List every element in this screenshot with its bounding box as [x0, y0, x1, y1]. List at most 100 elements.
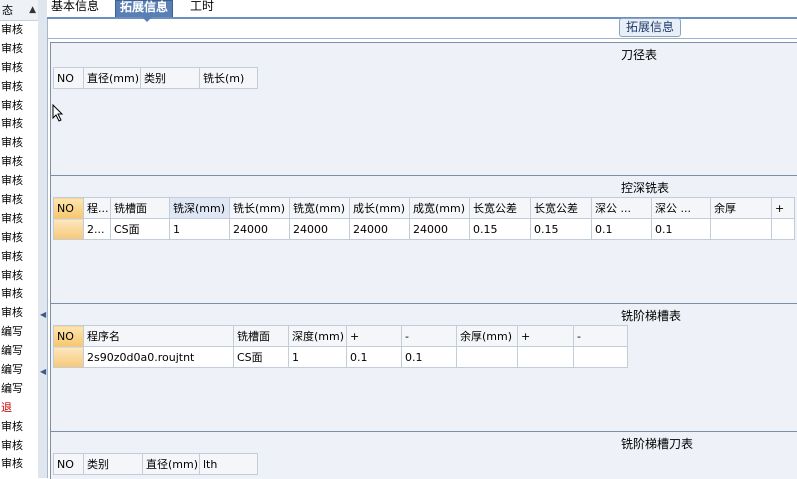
column-header[interactable]: 余厚(mm)	[456, 325, 518, 347]
table-row[interactable]: 2... CS面 1 24000 24000 24000 24000 0.15 0.15 0.1 0…	[53, 218, 795, 240]
table-cell[interactable]: 0.1	[401, 346, 457, 368]
sidebar-item[interactable]: 审核	[0, 267, 38, 286]
column-header[interactable]: 铣长(mm)	[229, 197, 290, 219]
sidebar-item[interactable]: 审核	[0, 248, 38, 267]
sidebar-item[interactable]: 审核	[0, 285, 38, 304]
column-header[interactable]: 深公 ...	[651, 197, 711, 219]
column-header[interactable]: 长宽公差	[469, 197, 531, 219]
sidebar-item[interactable]: 审核	[0, 455, 38, 474]
sidebar-item[interactable]: 审核	[0, 115, 38, 134]
column-header[interactable]: 直径(mm)	[83, 67, 141, 89]
table-cell[interactable]	[771, 218, 795, 240]
sidebar-item[interactable]: 审核	[0, 21, 38, 40]
table-cell[interactable]: 0.1	[651, 218, 711, 240]
status-sidebar: 态 ▲ 审核 审核 审核 审核 审核 审核 审核 审核 审核 审核 审核 审核 审核 审核 审核 审核 编写 编写…	[0, 0, 39, 478]
collapse-left-icon[interactable]: ◀	[40, 310, 46, 319]
column-header[interactable]: 深度(mm)	[288, 325, 347, 347]
table-cell[interactable]	[53, 218, 84, 240]
table-cell[interactable]: 24000	[229, 218, 290, 240]
column-header[interactable]: 程...	[83, 197, 111, 219]
section-step-cutter-table: 铣阶梯槽刀表 NO 类别 直径(mm) lth	[51, 431, 797, 479]
sidebar-item[interactable]: 审核	[0, 191, 38, 210]
tab-extended-info[interactable]: 拓展信息	[115, 0, 174, 17]
table-cell[interactable]	[573, 346, 628, 368]
sidebar-item[interactable]: 审核	[0, 134, 38, 153]
step-slot-table-title: 铣阶梯槽表	[621, 309, 682, 323]
group-divider	[47, 38, 797, 39]
sidebar-item[interactable]: 退	[0, 399, 38, 418]
column-header[interactable]: 余厚	[710, 197, 772, 219]
table-cell[interactable]	[710, 218, 772, 240]
column-header[interactable]: 成长(mm)	[349, 197, 410, 219]
sidebar-item[interactable]: 审核	[0, 40, 38, 59]
section-depth-mill-table: 控深铣表 NO 程... 铣槽面 铣深(mm) 铣长(mm) 铣宽(mm) 成长(mm) 成宽…	[51, 175, 797, 303]
sidebar-item[interactable]: 编写	[0, 380, 38, 399]
column-header[interactable]: NO	[53, 197, 84, 219]
table-cell[interactable]: CS面	[233, 346, 289, 368]
sort-up-icon[interactable]: ▲	[29, 5, 36, 15]
sidebar-item[interactable]: 编写	[0, 361, 38, 380]
sidebar-item[interactable]: 编写	[0, 323, 38, 342]
sidebar-header[interactable]: 态 ▲	[0, 0, 38, 21]
sidebar-item[interactable]: 审核	[0, 153, 38, 172]
table-cell[interactable]: 0.15	[530, 218, 592, 240]
sidebar-item[interactable]: 审核	[0, 304, 38, 323]
sidebar-item[interactable]: 编写	[0, 342, 38, 361]
column-header[interactable]: +	[517, 325, 574, 347]
table-cell[interactable]	[456, 346, 518, 368]
sidebar-item[interactable]: 审核	[0, 437, 38, 456]
column-header[interactable]: NO	[53, 453, 84, 475]
step-cutter-grid[interactable]: NO 类别 直径(mm) lth	[53, 453, 258, 475]
table-cell[interactable]: 2s90z0d0a0.roujtnt	[83, 346, 234, 368]
mouse-pointer-icon	[52, 104, 64, 122]
column-header[interactable]: 类别	[140, 67, 200, 89]
step-slot-grid[interactable]: NO 程序名 铣槽面 深度(mm) + - 余厚(mm) + -2s90z0d0a0.roujt…	[53, 325, 628, 368]
column-header[interactable]: -	[401, 325, 457, 347]
section-step-slot-table: 铣阶梯槽表 NO 程序名 铣槽面 深度(mm) + - 余厚(mm) + -2s90z0d0a0…	[51, 303, 797, 431]
sidebar-item[interactable]: 审核	[0, 172, 38, 191]
table-cell[interactable]: 1	[169, 218, 230, 240]
table-row[interactable]: 2s90z0d0a0.roujtnt CS面 1 0.1 0.1	[53, 346, 628, 368]
sidebar-item[interactable]: 审核	[0, 59, 38, 78]
column-header[interactable]: NO	[53, 67, 84, 89]
tab-work-hours[interactable]: 工时	[186, 0, 218, 16]
column-header[interactable]: NO	[53, 325, 84, 347]
table-cell[interactable]: 0.15	[469, 218, 531, 240]
column-header[interactable]: 铣槽面	[110, 197, 170, 219]
table-cell[interactable]: 24000	[349, 218, 410, 240]
sidebar-item[interactable]: 审核	[0, 210, 38, 229]
cutter-grid[interactable]: NO 直径(mm) 类别 铣长(m)	[53, 67, 258, 89]
column-header[interactable]: +	[346, 325, 402, 347]
table-cell[interactable]: CS面	[110, 218, 170, 240]
table-cell[interactable]: 0.1	[346, 346, 402, 368]
column-header[interactable]: 铣槽面	[233, 325, 289, 347]
column-header[interactable]: 类别	[83, 453, 143, 475]
column-header[interactable]: lth	[199, 453, 258, 475]
tab-basic-info[interactable]: 基本信息	[47, 0, 103, 16]
depth-mill-grid[interactable]: NO 程... 铣槽面 铣深(mm) 铣长(mm) 铣宽(mm) 成长(mm) 成宽(mm) 长…	[53, 197, 795, 240]
column-header[interactable]: 深公 ...	[591, 197, 652, 219]
column-header[interactable]: +	[771, 197, 795, 219]
table-cell[interactable]: 1	[288, 346, 347, 368]
table-cell[interactable]: 24000	[289, 218, 350, 240]
column-header[interactable]: 成宽(mm)	[409, 197, 470, 219]
splitter-handle[interactable]: ◀ ◀	[38, 0, 48, 478]
table-cell[interactable]: 0.1	[591, 218, 652, 240]
sidebar-item[interactable]: 审核	[0, 418, 38, 437]
column-header[interactable]: 铣长(m)	[199, 67, 258, 89]
column-header[interactable]: 长宽公差	[530, 197, 592, 219]
table-cell[interactable]: 24000	[409, 218, 470, 240]
sidebar-item[interactable]: 审核	[0, 229, 38, 248]
section-cutter-table: 刀径表 NO 直径(mm) 类别 铣长(m)	[51, 43, 797, 175]
table-cell[interactable]	[517, 346, 574, 368]
table-cell[interactable]	[53, 346, 84, 368]
column-header[interactable]: 直径(mm)	[142, 453, 200, 475]
sidebar-item[interactable]: 审核	[0, 78, 38, 97]
column-header[interactable]: 程序名	[83, 325, 234, 347]
table-cell[interactable]: 2...	[83, 218, 111, 240]
column-header[interactable]: 铣深(mm)	[169, 197, 230, 219]
collapse-left-icon-2[interactable]: ◀	[40, 367, 46, 376]
column-header[interactable]: 铣宽(mm)	[289, 197, 350, 219]
sidebar-item[interactable]: 审核	[0, 97, 38, 116]
column-header[interactable]: -	[573, 325, 628, 347]
